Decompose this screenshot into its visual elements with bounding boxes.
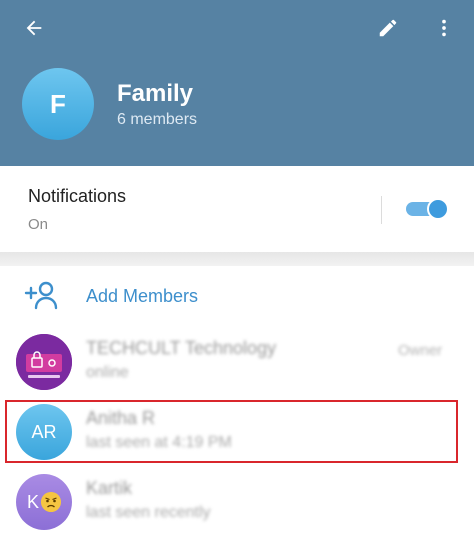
member-status: last seen recently xyxy=(86,504,211,521)
section-divider xyxy=(0,252,474,266)
member-avatar: K xyxy=(16,474,72,530)
member-name: TECHCULT Technology xyxy=(86,338,277,358)
notifications-toggle[interactable] xyxy=(406,198,449,220)
highlight-box xyxy=(5,400,458,463)
back-button[interactable] xyxy=(12,8,56,48)
member-row[interactable]: K Kartik last seen recently xyxy=(0,466,474,538)
techcult-logo-icon xyxy=(16,334,72,390)
more-vertical-icon xyxy=(442,19,446,37)
group-avatar[interactable]: F xyxy=(22,68,94,140)
notifications-value: On xyxy=(28,216,49,233)
member-name: Kartik xyxy=(86,478,133,498)
more-options-button[interactable] xyxy=(422,8,466,48)
pencil-icon xyxy=(379,19,397,37)
add-members-label: Add Members xyxy=(86,286,199,306)
member-role: Owner xyxy=(398,342,443,359)
add-members-button[interactable]: Add Members xyxy=(0,266,474,324)
member-row[interactable]: TECHCULT Technology online Owner xyxy=(0,326,474,398)
group-avatar-letter: F xyxy=(50,88,66,119)
member-avatar xyxy=(16,334,72,390)
angry-face-icon xyxy=(41,492,61,512)
member-avatar-initials: K xyxy=(26,491,39,512)
member-status: online xyxy=(86,364,129,381)
edit-button[interactable] xyxy=(366,8,410,48)
add-user-icon xyxy=(24,281,58,310)
notifications-row[interactable]: Notifications On xyxy=(0,166,474,252)
notifications-divider xyxy=(381,196,382,224)
toggle-knob xyxy=(427,198,449,220)
arrow-left-icon xyxy=(26,20,42,36)
group-member-count: 6 members xyxy=(117,111,198,128)
notifications-title: Notifications xyxy=(28,186,127,206)
group-header: F Family 6 members xyxy=(0,0,474,166)
group-name: Family xyxy=(117,80,194,107)
